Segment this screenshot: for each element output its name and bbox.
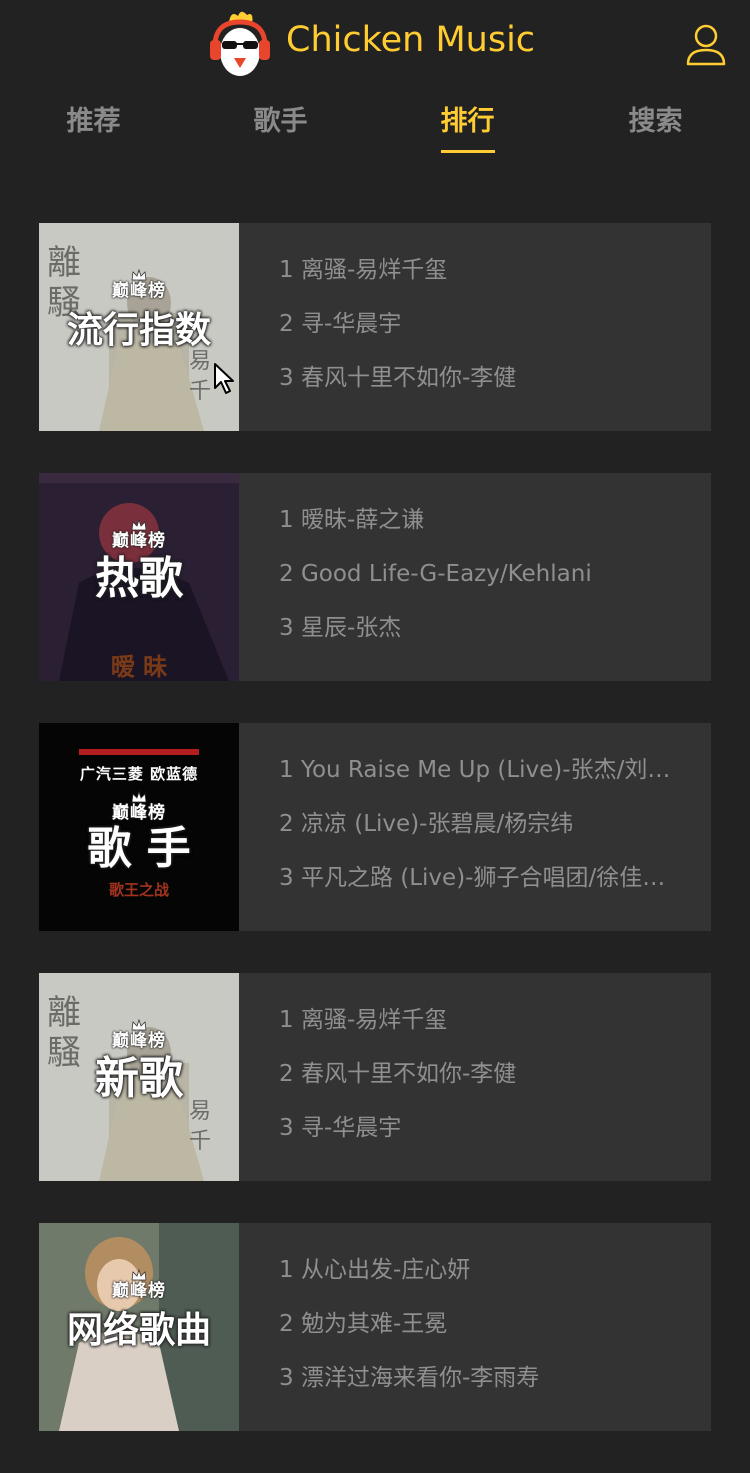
cover-brand: 巅峰榜 [112,1281,166,1301]
rank-cover: 離 騷 易 千 巅峰榜 流行指数 [39,223,239,431]
cover-subtitle: 歌王之战 [108,881,169,899]
cover-subtitle: 暧 昧 [110,653,168,681]
song-list: 1 离骚-易烊千玺 2 春风十里不如你-李健 3 寻-华晨宇 [279,1007,699,1169]
song-item: 2 Good Life-G-Eazy/Kehlani [279,561,592,587]
rank-cover: 巅峰榜 网络歌曲 [39,1223,239,1431]
tab-label: 排行 [440,104,495,153]
rank-item-popular-index[interactable]: 離 騷 易 千 巅峰榜 流行指数 1 离骚-易烊千玺 2 寻-华晨宇 3 春风十… [39,223,711,431]
crown-icon [131,1269,147,1281]
crown-icon [131,1019,147,1031]
tab-search[interactable]: 搜索 [562,104,749,168]
rank-cover: 巅峰榜 热歌 暧 昧 [39,473,239,681]
rank-item-internet-songs[interactable]: 巅峰榜 网络歌曲 1 从心出发-庄心妍 2 勉为其难-王冕 3 漂洋过海来看你-… [39,1223,711,1431]
app-title: Chicken Music [286,20,536,60]
song-item: 2 凉凉 (Live)-张碧晨/杨宗纬 [279,811,574,837]
mouse-pointer-icon [214,363,234,394]
song-item: 1 You Raise Me Up (Live)-张杰/刘… [279,757,671,783]
song-item: 3 平凡之路 (Live)-狮子合唱团/徐佳… [279,865,666,891]
crown-icon [131,791,147,803]
rank-cover: 广汽三菱 欧蓝德 巅峰榜 歌 手 歌王之战 [39,723,239,931]
song-item: 1 暧昧-薛之谦 [279,507,425,533]
song-list: 1 You Raise Me Up (Live)-张杰/刘… 2 凉凉 (Liv… [279,757,699,919]
cover-title: 流行指数 [66,310,211,351]
song-item: 2 寻-华晨宇 [279,311,402,337]
user-icon[interactable] [682,20,730,68]
rank-item-hot-songs[interactable]: 巅峰榜 热歌 暧 昧 1 暧昧-薛之谦 2 Good Life-G-Eazy/K… [39,473,711,681]
song-item: 1 离骚-易烊千玺 [279,1007,448,1033]
song-item: 3 星辰-张杰 [279,615,402,641]
song-item: 3 春风十里不如你-李健 [279,365,517,391]
song-item: 1 离骚-易烊千玺 [279,257,448,283]
tab-label: 搜索 [628,106,683,137]
song-item: 3 漂洋过海来看你-李雨寿 [279,1365,540,1391]
tab-label: 推荐 [66,106,121,137]
crown-icon [131,269,147,281]
song-item: 3 寻-华晨宇 [279,1115,402,1141]
song-list: 1 从心出发-庄心妍 2 勉为其难-王冕 3 漂洋过海来看你-李雨寿 [279,1257,699,1419]
rank-list: 離 騷 易 千 巅峰榜 流行指数 1 离骚-易烊千玺 2 寻-华晨宇 3 春风十… [39,223,711,1473]
song-item: 1 从心出发-庄心妍 [279,1257,471,1283]
tab-singer[interactable]: 歌手 [187,104,374,168]
cover-title: 网络歌曲 [66,1310,211,1351]
app-header: Chicken Music [0,0,750,88]
tab-recommend[interactable]: 推荐 [0,104,187,168]
cover-title: 歌 手 [87,823,191,874]
song-list: 1 离骚-易烊千玺 2 寻-华晨宇 3 春风十里不如你-李健 [279,257,699,419]
song-list: 1 暧昧-薛之谦 2 Good Life-G-Eazy/Kehlani 3 星辰… [279,507,699,669]
cover-brand: 巅峰榜 [112,281,166,301]
tab-rank[interactable]: 排行 [374,104,561,168]
rank-cover: 離 騷 易 千 巅峰榜 新歌 [39,973,239,1181]
tab-label: 歌手 [253,106,308,137]
song-item: 2 勉为其难-王冕 [279,1311,448,1337]
tab-bar: 推荐 歌手 排行 搜索 [0,104,750,168]
cover-brand: 巅峰榜 [112,1031,166,1051]
cover-sponsor: 广汽三菱 欧蓝德 [79,765,199,783]
song-item: 2 春风十里不如你-李健 [279,1061,517,1087]
crown-icon [131,519,147,531]
chicken-logo-icon [210,11,270,76]
cover-brand: 巅峰榜 [112,531,166,551]
cover-title: 新歌 [95,1053,183,1104]
rank-item-singer[interactable]: 广汽三菱 欧蓝德 巅峰榜 歌 手 歌王之战 1 You Raise Me Up … [39,723,711,931]
cover-title: 热歌 [95,553,183,604]
cover-brand: 巅峰榜 [112,803,166,823]
rank-item-new-songs[interactable]: 離 騷 易 千 巅峰榜 新歌 1 离骚-易烊千玺 2 春风十里不如你-李健 3 … [39,973,711,1181]
